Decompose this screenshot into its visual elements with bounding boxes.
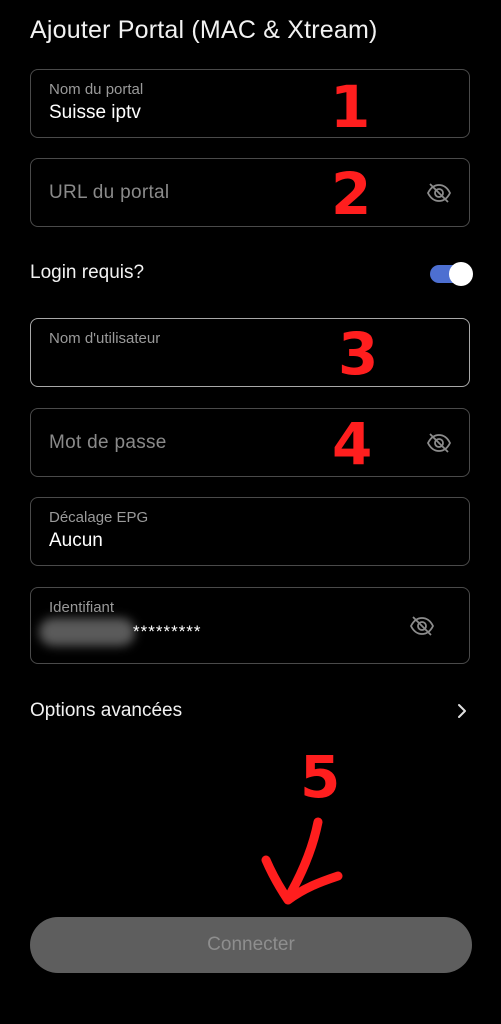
identifier-masked-value: ********* (133, 622, 202, 641)
portal-url-field[interactable]: URL du portal (30, 158, 470, 227)
chevron-right-icon (458, 704, 466, 718)
portal-name-value: Suisse iptv (49, 102, 141, 123)
connect-button[interactable]: Connecter (30, 917, 472, 973)
portal-name-label: Nom du portal (49, 81, 144, 98)
annotation-1: 1 (330, 73, 371, 141)
identifier-field[interactable]: Identifiant ********* (30, 587, 470, 664)
username-field[interactable]: Nom d'utilisateur (30, 318, 470, 387)
identifier-label: Identifiant (49, 599, 115, 616)
login-required-row: Login requis? (30, 260, 473, 288)
advanced-options-label: Options avancées (30, 700, 183, 721)
annotation-arrow (261, 817, 343, 905)
toggle-knob (449, 262, 473, 286)
epg-offset-value: Aucun (49, 530, 103, 551)
username-label: Nom d'utilisateur (49, 330, 161, 347)
add-portal-screen: Ajouter Portal (MAC & Xtream) Nom du por… (0, 0, 501, 1024)
login-required-label: Login requis? (30, 262, 145, 283)
annotation-2: 2 (331, 160, 372, 228)
eye-off-icon[interactable] (426, 182, 452, 204)
epg-offset-label: Décalage EPG (49, 509, 149, 526)
portal-url-placeholder: URL du portal (49, 181, 170, 203)
password-field[interactable]: Mot de passe (30, 408, 470, 477)
advanced-options-row[interactable]: Options avancées (30, 698, 472, 724)
password-placeholder: Mot de passe (49, 431, 167, 453)
eye-off-icon[interactable] (426, 432, 452, 454)
annotation-3: 3 (338, 320, 379, 388)
redacted-blur (39, 618, 135, 646)
annotation-4: 4 (332, 410, 373, 478)
annotation-5: 5 (300, 743, 341, 811)
portal-name-field[interactable]: Nom du portal Suisse iptv (30, 69, 470, 138)
epg-offset-field[interactable]: Décalage EPG Aucun (30, 497, 470, 566)
page-title: Ajouter Portal (MAC & Xtream) (30, 16, 378, 44)
login-required-toggle[interactable] (430, 262, 473, 286)
eye-off-icon[interactable] (409, 615, 435, 637)
